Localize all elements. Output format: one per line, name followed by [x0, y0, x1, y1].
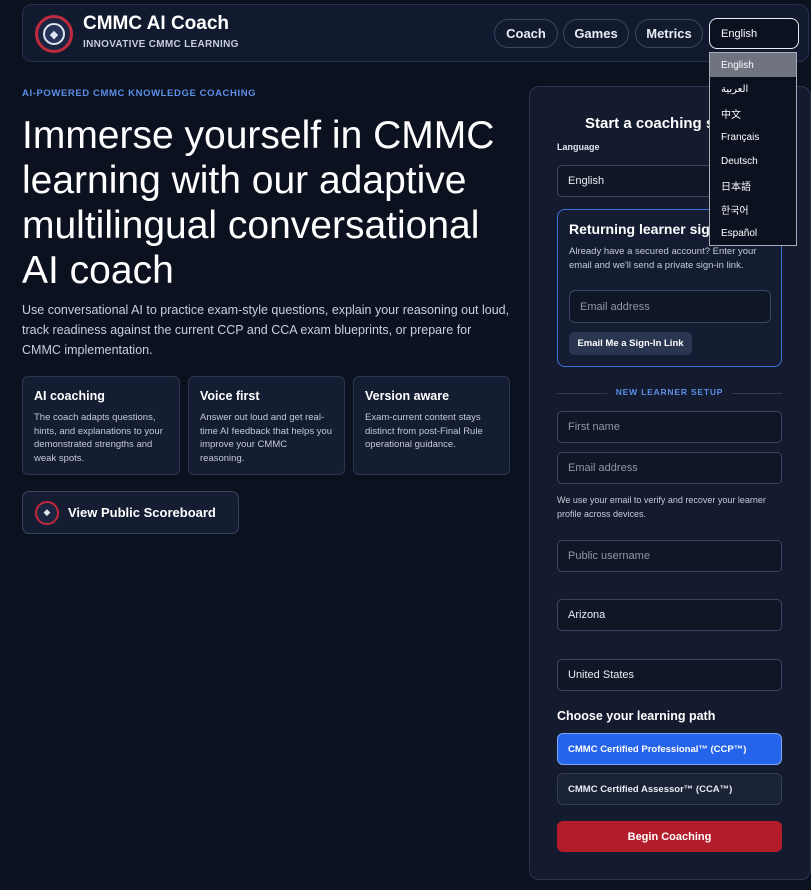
country-select[interactable]: United States	[557, 659, 782, 691]
first-name-input[interactable]: First name	[557, 411, 782, 443]
nav-metrics-button[interactable]: Metrics	[635, 19, 703, 48]
feature-title: AI coaching	[34, 389, 105, 403]
returning-email-input[interactable]: Email address	[569, 290, 771, 323]
language-option-german[interactable]: Deutsch	[710, 149, 796, 173]
feature-text: The coach adapts questions, hints, and e…	[34, 412, 163, 464]
feature-text: Answer out loud and get real-time AI fee…	[200, 412, 333, 464]
feature-card-voice-first: Voice first Answer out loud and get real…	[188, 376, 345, 475]
brand-subtitle: INNOVATIVE CMMC LEARNING	[83, 39, 239, 50]
path-option-ccp[interactable]: CMMC Certified Professional™ (CCP™)	[557, 733, 782, 765]
feature-card-ai-coaching: AI coaching The coach adapts questions, …	[22, 376, 180, 475]
feature-text: Exam-current content stays distinct from…	[365, 412, 483, 450]
feature-title: Voice first	[200, 389, 260, 403]
shield-icon: ◆	[35, 500, 59, 525]
state-select[interactable]: Arizona	[557, 599, 782, 631]
panel-title: Start a coaching s	[585, 115, 715, 132]
language-label: Language	[557, 142, 600, 152]
app-header: ◆ CMMC AI Coach INNOVATIVE CMMC LEARNING…	[22, 4, 809, 62]
language-option-chinese[interactable]: 中文	[710, 101, 796, 125]
username-input[interactable]: Public username	[557, 540, 782, 572]
learning-path-title: Choose your learning path	[557, 709, 716, 723]
hero-eyebrow: AI-POWERED CMMC KNOWLEDGE COACHING	[22, 88, 257, 99]
language-option-english[interactable]: English	[710, 53, 796, 77]
feature-card-version-aware: Version aware Exam-current content stays…	[353, 376, 510, 475]
language-option-korean[interactable]: 한국어	[710, 197, 796, 221]
email-note: We use your email to verify and recover …	[557, 495, 766, 519]
brand-title: CMMC AI Coach	[83, 13, 230, 34]
nav-coach-button[interactable]: Coach	[494, 19, 558, 48]
language-option-french[interactable]: Français	[710, 125, 796, 149]
returning-text: Already have a secured account? Enter yo…	[569, 246, 757, 271]
nav-games-button[interactable]: Games	[563, 19, 629, 48]
header-language-select[interactable]: English	[709, 18, 799, 49]
language-option-japanese[interactable]: 日本語	[710, 173, 796, 197]
feature-title: Version aware	[365, 389, 450, 403]
returning-title: Returning learner sig	[569, 221, 710, 237]
language-dropdown-menu: English العربية 中文 Français Deutsch 日本語 …	[709, 52, 797, 246]
view-scoreboard-button[interactable]: ◆ View Public Scoreboard	[22, 491, 239, 534]
new-learner-divider: NEW LEARNER SETUP	[557, 387, 782, 399]
email-sign-in-link-button[interactable]: Email Me a Sign-In Link	[569, 332, 692, 355]
language-option-arabic[interactable]: العربية	[710, 77, 796, 101]
language-option-spanish[interactable]: Español	[710, 221, 796, 245]
returning-email-placeholder: Email address	[580, 300, 650, 313]
hero-headline: Immerse yourself in CMMC learning with o…	[22, 114, 495, 292]
divider-label: NEW LEARNER SETUP	[615, 387, 724, 397]
shield-icon: ◆	[43, 23, 65, 45]
path-option-cca[interactable]: CMMC Certified Assessor™ (CCA™)	[557, 773, 782, 805]
scoreboard-label: View Public Scoreboard	[68, 505, 216, 520]
hero-lead: Use conversational AI to practice exam-s…	[22, 303, 510, 357]
email-input[interactable]: Email address	[557, 452, 782, 484]
begin-coaching-button[interactable]: Begin Coaching	[557, 821, 782, 852]
brand-logo: ◆	[35, 15, 73, 53]
